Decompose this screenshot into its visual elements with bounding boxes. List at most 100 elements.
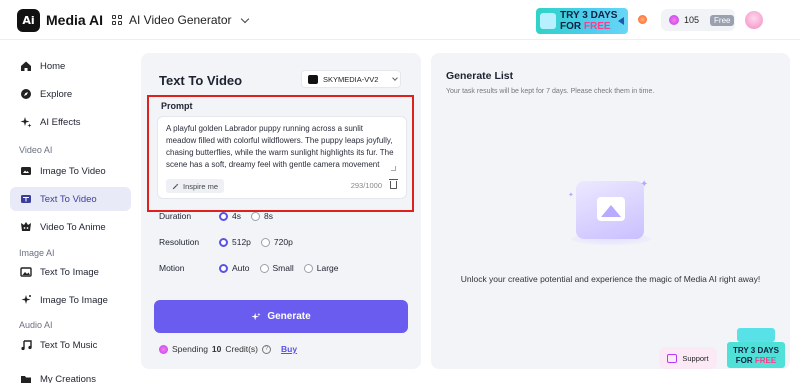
app-switcher[interactable]: AI Video Generator [112, 11, 249, 29]
promo-line2: FOR FREE [560, 21, 611, 32]
app-switcher-label: AI Video Generator [129, 13, 232, 27]
radio-icon [259, 263, 269, 273]
folder-icon [21, 376, 31, 383]
motion-row: Motion Auto Small Large [159, 261, 349, 275]
spending-info: Spending 10 Credit(s) ? Buy [159, 344, 297, 354]
image-video-icon [21, 167, 31, 175]
model-icon [308, 74, 318, 84]
notification-dot-icon[interactable] [638, 15, 647, 24]
media-ai-logo[interactable]: Ai [17, 9, 40, 32]
home-icon [21, 61, 31, 71]
generate-button[interactable]: Generate [154, 300, 408, 333]
sidebar-item-ai-effects[interactable]: AI Effects [10, 110, 131, 134]
sparkle-icon [20, 117, 32, 128]
sidebar-item-label: Home [40, 60, 66, 72]
sparkle-icon: ✦ [640, 179, 649, 190]
logo-text[interactable]: Media AI [46, 12, 103, 28]
gift-box-icon [737, 328, 775, 342]
model-value: SKYMEDIA-VV2 [323, 74, 379, 84]
char-counter: 293/1000 [350, 181, 382, 190]
compass-icon [21, 89, 31, 99]
chevron-down-icon [240, 14, 249, 23]
sparkle-icon [251, 312, 261, 320]
help-icon[interactable]: ? [261, 344, 271, 354]
section-label-video: Video AI [19, 145, 53, 155]
text-image-icon [20, 267, 32, 277]
text-video-icon [21, 195, 31, 203]
sidebar-item-my-creations[interactable]: My Creations [10, 367, 131, 383]
promo-line2: FOR FREE [735, 356, 777, 365]
trial-promo-widget[interactable]: TRY 3 DAYS FOR FREE [727, 328, 785, 372]
trial-promo-banner[interactable]: TRY 3 DAYS FOR FREE [536, 8, 628, 34]
sidebar-item-text-to-image[interactable]: Text To Image [10, 260, 131, 284]
sidebar-item-text-to-music[interactable]: Text To Music [10, 333, 131, 357]
mountain-icon [601, 205, 621, 217]
radio-icon [250, 211, 260, 221]
page-title: Text To Video [159, 73, 243, 88]
support-button[interactable]: Support [659, 347, 717, 369]
prompt-highlight-frame: Prompt A playful golden Labrador puppy r… [147, 95, 414, 212]
radio-selected-icon [219, 211, 228, 221]
duration-row: Duration 4s 8s [159, 209, 283, 223]
duration-option-4s[interactable]: 4s [219, 211, 241, 221]
panel-title: Generate List [446, 70, 514, 82]
credits-badge[interactable]: 105 Free [661, 9, 735, 31]
radio-selected-icon [219, 237, 228, 247]
sidebar-item-text-to-video[interactable]: Text To Video [10, 187, 131, 211]
inspire-me-label: Inspire me [183, 181, 219, 191]
buy-link[interactable]: Buy [281, 344, 297, 354]
motion-option-large[interactable]: Large [303, 263, 339, 273]
panel-subtitle: Your task results will be kept for 7 day… [446, 88, 655, 95]
support-label: Support [682, 353, 709, 363]
spending-prefix: Spending [172, 344, 208, 354]
empty-state-message: Unlock your creative potential and exper… [460, 274, 761, 284]
resize-handle-icon[interactable] [391, 166, 396, 171]
motion-option-small[interactable]: Small [259, 263, 294, 273]
chevron-down-icon [392, 75, 399, 81]
generate-label: Generate [267, 311, 311, 322]
prompt-label: Prompt [161, 101, 193, 111]
credit-coin-icon [669, 15, 679, 25]
resolution-option-512p[interactable]: 512p [219, 237, 251, 247]
resolution-label: Resolution [159, 237, 200, 247]
radio-icon [260, 237, 270, 247]
promo-line1: TRY 3 DAYS [560, 10, 618, 21]
avatar[interactable] [745, 11, 763, 29]
inspire-me-button[interactable]: Inspire me [166, 179, 225, 193]
sidebar-item-label: AI Effects [40, 116, 81, 128]
trash-icon[interactable] [389, 179, 398, 189]
section-label-image: Image AI [19, 248, 55, 258]
sidebar-item-label: My Creations [40, 373, 96, 383]
sparkle-icon: ✦ [568, 192, 574, 199]
sidebar-item-home[interactable]: Home [10, 54, 131, 78]
music-icon [21, 340, 32, 351]
radio-icon [303, 263, 313, 273]
spending-suffix: Credit(s) [225, 344, 258, 354]
sidebar-item-label: Explore [40, 88, 73, 100]
motion-label: Motion [159, 263, 185, 273]
chat-icon [667, 353, 678, 363]
generate-list-panel: Generate List Your task results will be … [431, 53, 790, 369]
image-image-icon [21, 295, 31, 304]
sidebar-item-label: Text To Image [40, 266, 99, 278]
magic-wand-icon [172, 183, 179, 189]
sidebar-item-explore[interactable]: Explore [10, 82, 131, 106]
duration-option-8s[interactable]: 8s [250, 211, 273, 221]
prompt-text[interactable]: A playful golden Labrador puppy running … [166, 123, 394, 173]
sidebar-item-image-to-video[interactable]: Image To Video [10, 159, 131, 183]
megaphone-icon [618, 17, 624, 25]
sidebar-item-image-to-image[interactable]: Image To Image [10, 288, 131, 312]
plan-badge: Free [710, 14, 735, 26]
prompt-input[interactable]: A playful golden Labrador puppy running … [157, 116, 407, 199]
sidebar-item-label: Text To Music [40, 339, 98, 351]
sidebar: Home Explore AI Effects Video AI Image T… [0, 41, 140, 383]
credit-count: 105 [684, 15, 700, 25]
sidebar-item-video-to-anime[interactable]: Video To Anime [10, 215, 131, 239]
model-select[interactable]: SKYMEDIA-VV2 [301, 70, 401, 88]
gift-icon [540, 13, 556, 29]
duration-label: Duration [159, 211, 192, 221]
anime-icon [21, 222, 31, 231]
resolution-option-720p[interactable]: 720p [260, 237, 293, 247]
sidebar-item-label: Video To Anime [40, 221, 106, 233]
motion-option-auto[interactable]: Auto [219, 263, 250, 273]
